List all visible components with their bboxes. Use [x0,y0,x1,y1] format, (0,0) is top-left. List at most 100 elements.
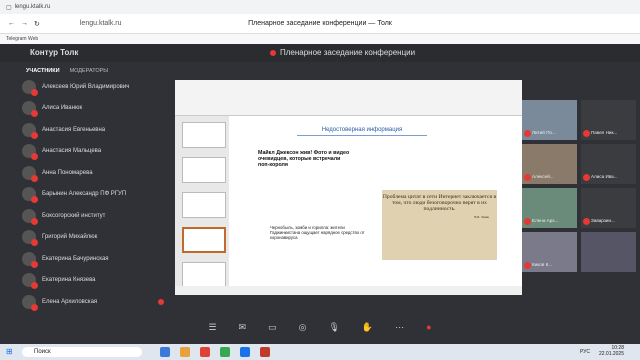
mic-muted-icon [31,174,38,182]
tab-participants[interactable]: УЧАСТНИКИ [26,68,60,74]
video-tile[interactable]: Заварзин... [581,188,636,228]
participant-row[interactable]: Григорий Михайлюк [22,227,172,249]
slide-thumbnail[interactable] [182,157,226,183]
participant-name: Екатерина Бачуринская [42,255,109,262]
video-tile[interactable]: Алиса Ива... [581,144,636,184]
search-input[interactable]: Поиск [22,347,142,357]
chat-icon[interactable]: ✉ [239,322,247,338]
mic-icon[interactable]: 🎙 [328,322,339,338]
start-icon[interactable]: ⊞ [6,347,13,356]
browser-chrome: ▢ lengu.ktalk.ru ← → ↻ lengu.ktalk.ru Пл… [0,0,640,34]
taskbar-app-icon[interactable] [180,347,190,357]
participant-name: Барынин Александр ПФ РГУП [42,191,127,198]
video-tile[interactable] [581,232,636,272]
mic-muted-icon [31,88,38,96]
participant-row[interactable]: Алиса Иванюк [22,98,172,120]
search-label: Поиск [34,349,51,355]
participant-name: Анна Пономарева [42,169,93,176]
taskbar-app-icon[interactable] [260,347,270,357]
video-tile-name: Заварзин... [591,218,615,223]
mic-muted-icon [524,130,531,137]
participant-name: Боксогорский институт [42,212,106,219]
recording-icon [158,298,164,305]
avatar [22,165,38,182]
avatar [22,187,38,204]
video-tile[interactable]: Литий По... [522,100,577,140]
participant-row[interactable]: Елена Архиловская [22,291,172,313]
ppt-ribbon [175,80,522,116]
meeting-app: Контур Толк Пленарное заседание конферен… [0,44,640,344]
mic-muted-icon [31,260,38,268]
participant-name: Григорий Михайлюк [42,234,98,241]
slide-quote-image: Проблема цитат в сети Интернет заключает… [382,190,497,260]
taskbar-app-icon[interactable] [160,347,170,357]
camera-icon[interactable]: ◎ [299,322,307,338]
system-clock[interactable]: 10:28 22.01.2025 [599,345,624,357]
slide-thumbnail[interactable] [182,227,226,253]
language-indicator[interactable]: РУС [580,349,590,355]
mic-muted-icon [583,218,590,225]
video-tile[interactable]: Елена Арх... [522,188,577,228]
slide-chernobyl-text: Чернобыль, зомби и горилла: жители Гаджи… [270,225,365,240]
avatar [22,251,38,268]
more-icon[interactable]: ⋯ [395,322,404,338]
participant-row[interactable]: Анна Пономарева [22,162,172,184]
mic-muted-icon [31,282,38,290]
clock-date: 22.01.2025 [598,351,624,357]
mic-muted-icon [31,217,38,225]
participants-sidebar: УЧАСТНИКИ МОДЕРАТОРЫ Алексеев Юрий Влади… [22,64,172,324]
taskbar-app-icon[interactable] [240,347,250,357]
mic-muted-icon [524,262,531,269]
slide-banner: Недостоверная информация [297,124,427,136]
tab-moderators[interactable]: МОДЕРАТОРЫ [70,68,109,74]
mic-muted-icon [524,218,531,225]
mic-muted-icon [31,239,38,247]
participant-row[interactable]: Анастасия Евгеньевна [22,119,172,141]
participant-row[interactable]: Екатерина Бачуринская [22,248,172,270]
participant-name: Елена Архиловская [42,298,98,305]
sidebar-tabs: УЧАСТНИКИ МОДЕРАТОРЫ [26,68,172,74]
participant-row[interactable]: Боксогорский институт [22,205,172,227]
hand-icon[interactable]: ✋ [362,322,373,338]
mic-muted-icon [31,153,38,161]
shared-screen: Недостоверная информация Майкл Джексон ж… [175,80,522,295]
avatar [22,101,38,118]
video-tile-name: Киков К... [532,262,553,267]
avatar [22,79,38,96]
video-tile[interactable]: Киков К... [522,232,577,272]
avatar [22,122,38,139]
video-tile-name: Елена Арх... [532,218,559,223]
meeting-title-text: Пленарное заседание конференции [280,48,416,57]
slide-thumbnail[interactable] [182,122,226,148]
avatar [22,230,38,247]
slide-thumbnail[interactable] [182,192,226,218]
video-tile[interactable]: Алексей... [522,144,577,184]
video-grid: Литий По... Павел Ник... Алексей... Алис… [522,100,638,290]
mic-muted-icon [31,303,38,311]
participant-name: Екатерина Князева [42,277,96,284]
video-tile-name: Литий По... [532,130,556,135]
video-tile[interactable]: Павел Ник... [581,100,636,140]
video-tile-name: Алексей... [532,174,554,179]
participant-name: Анастасия Мальцева [42,148,102,155]
quote-author: В.И. Ленин [474,214,489,219]
screen-share-icon[interactable]: ▭ [268,322,277,338]
taskbar-app-icon[interactable] [220,347,230,357]
browser-tab[interactable]: ▢ lengu.ktalk.ru [6,4,50,11]
mic-muted-icon [583,130,590,137]
slide-thumbnail[interactable] [182,262,226,288]
participant-row[interactable]: Алексеев Юрий Владимирович [22,76,172,98]
taskbar-app-icon[interactable] [200,347,210,357]
bookmark-telegram[interactable]: Telegram Web [6,36,38,42]
slide-canvas: Недостоверная информация Майкл Джексон ж… [232,120,516,280]
participant-name: Алексеев Юрий Владимирович [42,83,130,90]
tab-icon: ▢ [6,4,12,11]
participant-row[interactable]: Барынин Александр ПФ РГУП [22,184,172,206]
slide-heading: Майкл Джексон жив! Фото и видео очевидце… [258,150,350,168]
participant-row[interactable]: Екатерина Князева [22,270,172,292]
tab-bar: ▢ lengu.ktalk.ru [0,0,640,14]
tab-label: lengu.ktalk.ru [14,4,51,10]
participants-icon[interactable]: ☰ [208,322,216,338]
participant-row[interactable]: Анастасия Мальцева [22,141,172,163]
leave-icon[interactable]: ● [426,322,431,338]
